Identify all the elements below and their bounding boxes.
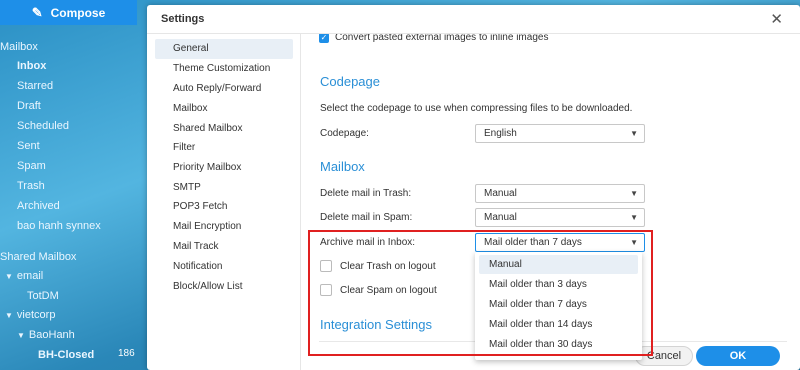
settings-nav-filter[interactable]: Filter (155, 138, 293, 158)
spam-select[interactable]: Manual ▼ (475, 208, 645, 227)
shared-item-label: BaoHanh (28, 329, 75, 341)
shared-item-vietcorp[interactable]: ▼ vietcorp (5, 309, 55, 321)
settings-nav-block-allow[interactable]: Block/Allow List (155, 277, 293, 297)
highlight-annotation (308, 230, 653, 356)
settings-nav-priority-mailbox[interactable]: Priority Mailbox (155, 158, 293, 178)
folder-scheduled[interactable]: Scheduled (17, 120, 69, 132)
shared-item-label: email (16, 270, 44, 282)
codepage-description: Select the codepage to use when compress… (320, 103, 633, 114)
shared-item-label: vietcorp (16, 309, 56, 321)
dialog-title: Settings (161, 13, 205, 25)
settings-nav-shared-mailbox[interactable]: Shared Mailbox (155, 119, 293, 139)
chevron-down-icon: ▼ (630, 189, 638, 198)
codepage-value: English (484, 128, 517, 139)
folder-trash[interactable]: Trash (17, 180, 45, 192)
settings-nav-theme[interactable]: Theme Customization (155, 59, 293, 79)
compose-button[interactable]: ✎ Compose (0, 0, 137, 25)
codepage-select[interactable]: English ▼ (475, 124, 645, 143)
codepage-label: Codepage: (320, 128, 369, 139)
spam-label: Delete mail in Spam: (320, 212, 413, 223)
folder-draft[interactable]: Draft (17, 100, 41, 112)
expand-triangle-icon: ▼ (5, 272, 13, 281)
folder-archived[interactable]: Archived (17, 200, 60, 212)
convert-images-option[interactable]: ✓ Convert pasted external images to inli… (319, 34, 548, 43)
folder-spam[interactable]: Spam (17, 160, 46, 172)
unread-count: 186 (118, 348, 135, 359)
spam-value: Manual (484, 212, 517, 223)
shared-item-email[interactable]: ▼ email (5, 270, 43, 282)
mailbox-heading: Mailbox (0, 41, 38, 53)
settings-nav-general[interactable]: General (155, 39, 293, 59)
shared-item-bh-closed[interactable]: BH-Closed (38, 349, 94, 361)
checkbox-checked-icon[interactable]: ✓ (319, 34, 329, 43)
settings-nav-mailbox[interactable]: Mailbox (155, 99, 293, 119)
settings-nav-notification[interactable]: Notification (155, 257, 293, 277)
settings-nav-mail-track[interactable]: Mail Track (155, 237, 293, 257)
compose-label: Compose (50, 5, 106, 20)
settings-nav-mail-encryption[interactable]: Mail Encryption (155, 217, 293, 237)
shared-mailbox-heading: Shared Mailbox (0, 251, 77, 263)
folder-bao-hanh-synnex[interactable]: bao hanh synnex (17, 220, 101, 232)
trash-select[interactable]: Manual ▼ (475, 184, 645, 203)
pencil-icon: ✎ (31, 4, 43, 20)
settings-nav-pop3-fetch[interactable]: POP3 Fetch (155, 197, 293, 217)
chevron-down-icon: ▼ (630, 129, 638, 138)
expand-triangle-icon: ▼ (5, 311, 13, 320)
trash-value: Manual (484, 188, 517, 199)
folder-sent[interactable]: Sent (17, 140, 40, 152)
codepage-heading: Codepage (320, 74, 380, 89)
nav-divider (300, 34, 301, 370)
mailbox-heading: Mailbox (320, 159, 365, 174)
folder-starred[interactable]: Starred (17, 80, 53, 92)
shared-item-totdm[interactable]: TotDM (27, 290, 59, 302)
convert-images-label: Convert pasted external images to inline… (335, 34, 549, 43)
shared-item-baohanh[interactable]: ▼ BaoHanh (17, 329, 75, 341)
chevron-down-icon: ▼ (630, 213, 638, 222)
settings-nav-smtp[interactable]: SMTP (155, 178, 293, 198)
ok-button[interactable]: OK (696, 346, 780, 366)
settings-nav-auto-reply[interactable]: Auto Reply/Forward (155, 79, 293, 99)
folder-inbox[interactable]: Inbox (17, 60, 46, 72)
trash-label: Delete mail in Trash: (320, 188, 412, 199)
expand-triangle-icon: ▼ (17, 331, 25, 340)
close-icon[interactable]: ✕ (770, 10, 783, 28)
